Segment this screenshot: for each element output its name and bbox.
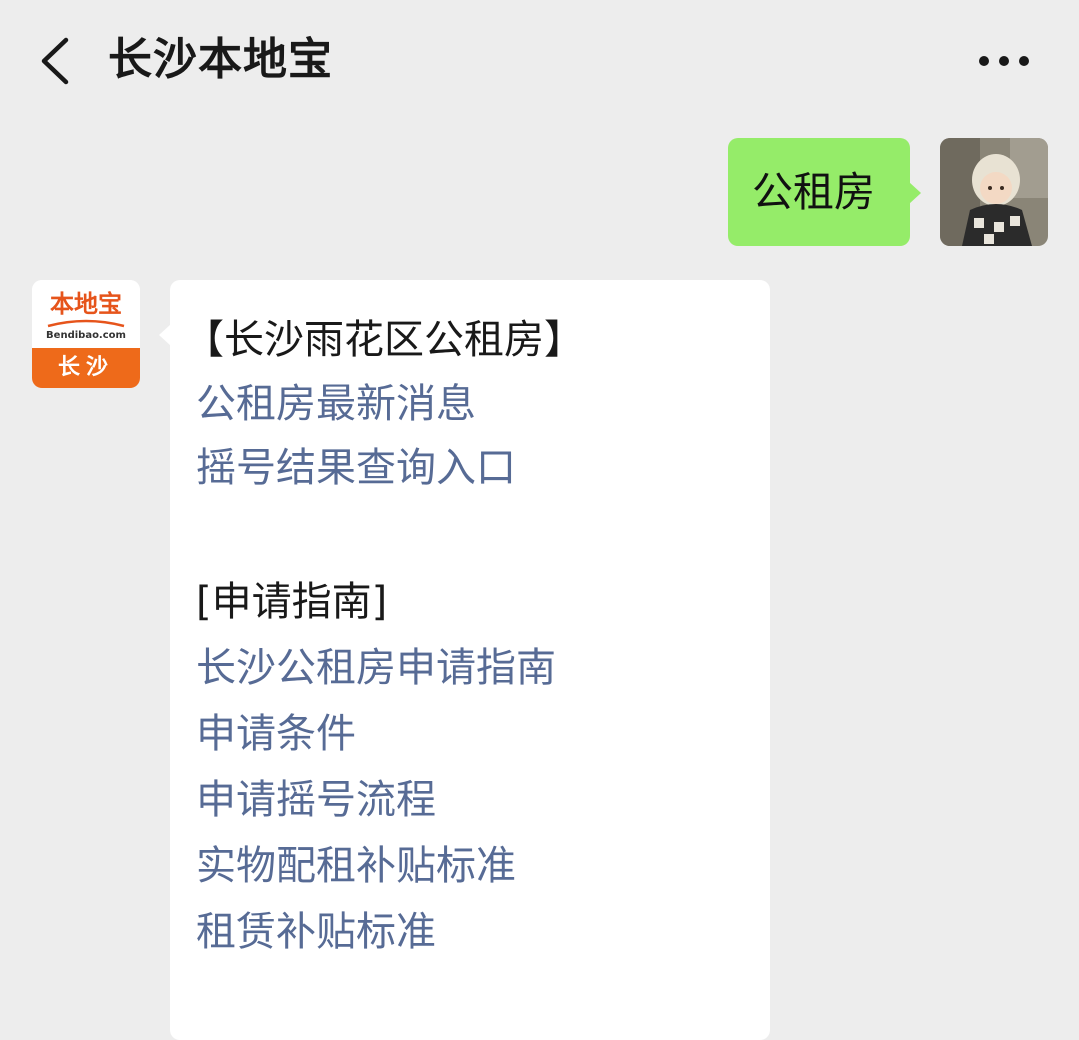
- sent-message-bubble[interactable]: 公租房: [728, 138, 921, 246]
- logo-brand: 本地宝: [50, 289, 122, 318]
- link-lottery-results[interactable]: 摇号结果查询入口: [196, 436, 516, 500]
- received-message-bubble: 【长沙雨花区公租房】 公租房最新消息 摇号结果查询入口 [申请指南] 长沙公租房…: [159, 280, 770, 1040]
- logo-top: 本地宝 Bendibao.com: [32, 280, 140, 348]
- user-photo-image: [940, 138, 1048, 246]
- chat-title: 长沙本地宝: [108, 34, 333, 85]
- chevron-left-icon[interactable]: [36, 36, 76, 86]
- reply-heading-district: 【长沙雨花区公租房】: [184, 317, 584, 363]
- reply-heading-guide: [申请指南]: [196, 579, 388, 625]
- link-housing-subsidy-standard[interactable]: 实物配租补贴标准: [196, 834, 516, 898]
- logo-swoosh-icon: [47, 319, 125, 328]
- logo-domain: Bendibao.com: [46, 330, 126, 341]
- chat-header: 长沙本地宝: [0, 0, 1079, 120]
- link-latest-news[interactable]: 公租房最新消息: [196, 372, 476, 436]
- more-dots-icon[interactable]: [976, 50, 1032, 72]
- user-avatar[interactable]: [940, 138, 1048, 246]
- link-lottery-process[interactable]: 申请摇号流程: [196, 768, 436, 832]
- account-avatar[interactable]: 本地宝 Bendibao.com 长沙: [32, 280, 140, 388]
- link-rent-subsidy-standard[interactable]: 租赁补贴标准: [196, 900, 436, 964]
- link-application-conditions[interactable]: 申请条件: [196, 702, 356, 766]
- link-application-guide[interactable]: 长沙公租房申请指南: [196, 636, 556, 700]
- logo-city: 长沙: [32, 348, 140, 388]
